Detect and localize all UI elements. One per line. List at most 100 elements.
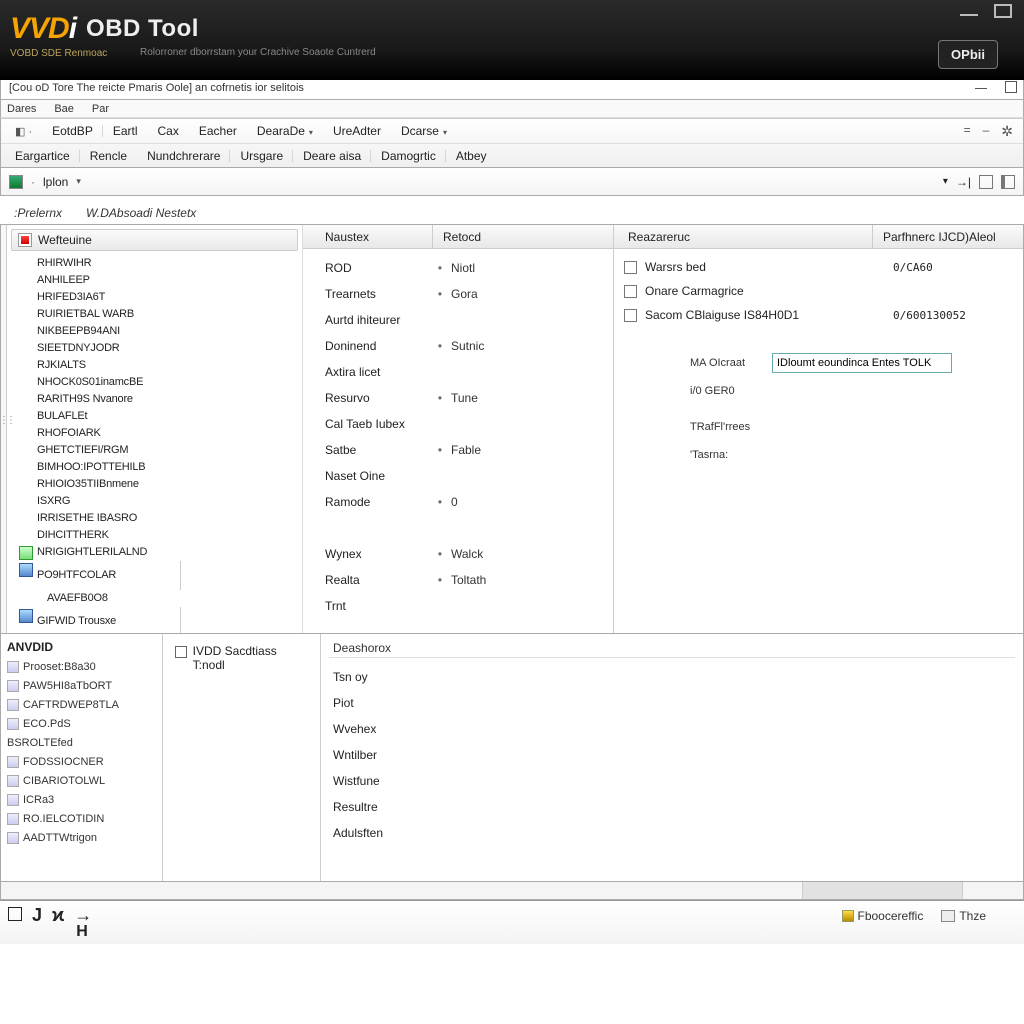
task-icon[interactable]: ϰ [52,905,64,926]
tab[interactable]: :Prelernx [14,206,62,220]
column-header[interactable]: Reazareruc [614,225,873,248]
list-item[interactable]: RO.IELCOTIDIN [7,810,156,829]
tree-item[interactable]: NIKBEEPB94ANI [37,323,296,340]
checkbox[interactable] [624,285,637,298]
app-icon[interactable] [8,907,22,921]
tree-item[interactable]: AVAEFB0O8 [37,590,296,607]
list-item[interactable]: Piot [333,690,1011,716]
task-icon[interactable]: →H [74,905,92,926]
ribbon-item[interactable]: Rencle [80,147,137,165]
list-item[interactable]: Wistfune [333,768,1011,794]
tree-item[interactable]: RHIOIO35TIIBnmene [37,476,296,493]
bottom-right: Deashorox Tsn oyPiotWvehexWntilberWistfu… [321,634,1023,881]
list-item[interactable]: CIBARIOTOLWL [7,772,156,791]
ribbon-item[interactable]: Dcarse [391,122,457,140]
tray-icon[interactable] [941,910,955,922]
tree-item[interactable]: DIHCITTHERK [37,527,296,544]
list-item[interactable]: PAW5HI8aTbORT [7,677,156,696]
tree-item[interactable]: GHETCTIEFI/RGM [37,442,296,459]
checkbox[interactable] [175,646,187,658]
list-item[interactable]: CAFTRDWEP8TLA [7,696,156,715]
list-item[interactable]: Prooset:B8a30 [7,658,156,677]
column-header[interactable]: Retocd [433,230,481,244]
list-item[interactable]: Resultre [333,794,1011,820]
chevron-down-icon[interactable]: ▾ [943,176,948,187]
list-item[interactable]: FODSSIOCNER [7,753,156,772]
tree-item[interactable]: BULAFLEt [37,408,296,425]
list-item[interactable]: AADTTWtrigon [7,829,156,848]
bottom-center: IVDD Sacdtiass T:nodl [163,634,321,881]
menu-item[interactable]: Par [92,103,109,115]
dash-icon[interactable]: – [983,123,990,140]
property-row: Ramode•0 [325,489,609,515]
list-item[interactable]: Adulsften [333,820,1011,846]
tree-item[interactable]: IRRISETHE IBASRO [37,510,296,527]
ribbon-item[interactable]: Nundchrerare [137,147,230,165]
property-value: Fable [445,443,481,457]
property-key: Realta [325,573,435,587]
tree-list: RHIRWIHR ANHILEEP HRIFED3IA6T RUIRIETBAL… [11,251,298,633]
panel-icon[interactable] [979,175,993,189]
ribbon-item[interactable]: Eacher [189,122,247,140]
minimize-icon[interactable] [960,10,978,16]
list-item[interactable]: ICRa3 [7,791,156,810]
minimize-icon[interactable] [975,81,987,89]
list-item[interactable]: Wvehex [333,716,1011,742]
property-value: Niotl [445,261,475,275]
list-item[interactable]: Tsn oy [333,664,1011,690]
ribbon-item[interactable]: Ursgare [230,147,293,165]
next-icon[interactable]: →| [956,175,971,189]
tree-header[interactable]: Wefteuine [11,229,298,251]
ribbon-item[interactable]: Atbey [446,147,497,165]
list-item[interactable]: BSROLTEfed [7,734,156,753]
menu-item[interactable]: Bae [54,103,74,115]
tree-item[interactable]: SIEETDNYJODR [37,340,296,357]
tree-item[interactable]: NHOCK0S01inamcBE [37,374,296,391]
ribbon-item[interactable]: EotdBP [42,122,103,140]
menu-item[interactable]: Dares [7,103,36,115]
equals-icon[interactable]: = [964,123,971,140]
column-header[interactable]: Naustex [303,225,433,248]
tree-item[interactable]: HRIFED3IA6T [37,289,296,306]
ribbon-item[interactable]: Eartl [103,122,148,140]
ribbon-item[interactable]: Damogrtic [371,147,446,165]
maximize-icon[interactable] [1005,81,1017,93]
checkbox[interactable] [624,309,637,322]
maximize-icon[interactable] [994,4,1012,18]
main-panel: Wefteuine RHIRWIHR ANHILEEP HRIFED3IA6T … [0,224,1024,634]
opdi-button[interactable]: OPbii [938,40,998,69]
tab[interactable]: W.DAbsoadi Nestetx [86,206,196,220]
task-icon[interactable]: J [32,905,42,926]
tree-item[interactable]: BIMHOO:IPOTTEHILB [37,459,296,476]
tree-item[interactable]: RUIRIETBAL WARB [37,306,296,323]
property-row: Trearnets•Gora [325,281,609,307]
checkbox[interactable] [624,261,637,274]
tree-item[interactable]: RHOFOIARK [37,425,296,442]
tree-item[interactable]: RJKIALTS [37,357,296,374]
module-icon[interactable] [9,175,23,189]
ribbon-item[interactable]: UreAdter [323,122,391,140]
property-key: Wynex [325,547,435,561]
tray-icon[interactable] [842,910,854,922]
chevron-down-icon[interactable]: ▾ [76,176,81,187]
splitter-handle[interactable] [1,225,7,633]
ribbon-item[interactable]: DearaDe [247,122,323,140]
field-label: MA OIcraat [690,357,762,369]
tree-item[interactable]: ISXRG [37,493,296,510]
taskbar: J ϰ →H Fboocereffic Thze [0,900,1024,944]
ribbon-item[interactable]: Cax [148,122,189,140]
list-item[interactable]: Wntilber [333,742,1011,768]
ribbon-item[interactable]: Deare aisa [293,147,371,165]
tree-item[interactable]: ANHILEEP [37,272,296,289]
list-item[interactable]: ECO.PdS [7,715,156,734]
column-header[interactable]: Parfhnerc IJCD)Aleol [873,230,1023,244]
panel-split-icon[interactable] [1001,175,1015,189]
tree-item[interactable]: PO9HTFCOLAR [19,561,181,590]
tree-item[interactable]: GIFWID Trousxe [19,607,181,633]
tree-item[interactable]: NRIGIGHTLERILALND [19,544,296,561]
ribbon-item[interactable]: Eargartice [5,147,80,165]
gear-icon[interactable]: ✲ [1001,123,1013,140]
tree-item[interactable]: RARITH9S Nvanore [37,391,296,408]
tree-item[interactable]: RHIRWIHR [37,255,296,272]
text-input[interactable] [772,353,952,373]
